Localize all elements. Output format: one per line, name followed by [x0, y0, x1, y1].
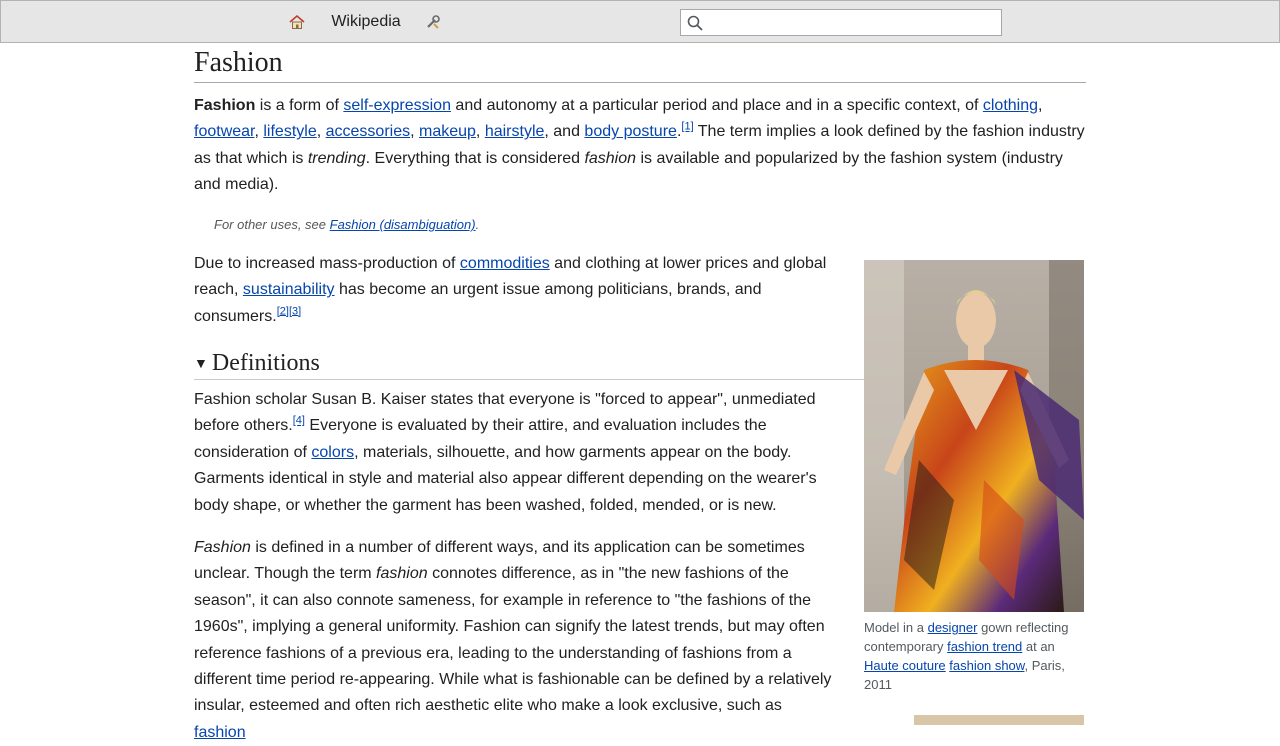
hatnote-end: . — [475, 217, 480, 232]
reference-link-3[interactable]: [3] — [289, 305, 301, 317]
wikipedia-button[interactable]: Wikipedia — [323, 9, 409, 35]
wikipedia-label: Wikipedia — [331, 13, 401, 30]
top-toolbar: Wikipedia — [0, 0, 1280, 43]
paragraph-definitions: Fashion is defined in a number of differ… — [194, 535, 834, 746]
reference-link-1[interactable]: [1] — [681, 121, 693, 133]
link-haute-couture[interactable]: Haute couture — [864, 658, 946, 673]
home-button[interactable] — [280, 9, 314, 35]
paragraph-kaiser: Fashion scholar Susan B. Kaiser states t… — [194, 387, 834, 519]
page-title: Fashion — [194, 44, 1086, 83]
link-fashion-disambiguation[interactable]: Fashion (disambiguation) — [330, 217, 476, 232]
second-figure-image[interactable] — [914, 715, 1084, 725]
link-commodities[interactable]: commodities — [460, 255, 550, 272]
link-sustainability[interactable]: sustainability — [243, 281, 335, 298]
article-header: Fashion — [194, 44, 1086, 83]
text: and autonomy at a particular period and … — [450, 97, 983, 114]
text: Model in a — [864, 620, 928, 635]
text: is a form of — [255, 97, 344, 114]
link-fashion-show[interactable]: fashion show — [949, 658, 1024, 673]
paragraph-sustainability: Due to increased mass-production of comm… — [194, 251, 834, 330]
section-heading-definitions[interactable]: ▼ Definitions — [194, 347, 864, 380]
link-fashion-trend[interactable]: fashion trend — [947, 639, 1022, 654]
text: , — [410, 123, 419, 141]
tools-button[interactable] — [416, 9, 450, 35]
search-input[interactable] — [707, 10, 1003, 37]
emphasis-trending: trending — [307, 149, 366, 167]
link-self-expression[interactable]: self-expression — [343, 97, 451, 114]
collapse-triangle-icon[interactable]: ▼ — [194, 355, 208, 371]
text: connotes difference, as in "the new fash… — [194, 565, 832, 715]
infobox-figure: Model in a designer gown reflecting cont… — [864, 260, 1084, 694]
link-fashion[interactable]: fashion — [194, 724, 246, 741]
emphasis-fashion: fashion — [584, 149, 637, 167]
text: , and — [544, 123, 585, 141]
hatnote-text: For other uses, see — [214, 217, 330, 232]
reference-link-4[interactable]: [4] — [293, 415, 305, 427]
link-makeup[interactable]: makeup — [419, 123, 476, 140]
hatnote: For other uses, see Fashion (disambiguat… — [214, 217, 479, 232]
link-hairstyle[interactable]: hairstyle — [485, 123, 545, 140]
link-lifestyle[interactable]: lifestyle — [263, 123, 316, 140]
lead-bold-term: Fashion — [194, 97, 256, 114]
text: , — [1038, 97, 1043, 114]
link-footwear[interactable]: footwear — [194, 123, 254, 140]
link-colors[interactable]: colors — [311, 444, 354, 461]
link-clothing[interactable]: clothing — [983, 97, 1038, 114]
reference-link-2[interactable]: [2] — [277, 305, 289, 317]
text: Due to increased mass-production of — [194, 255, 460, 272]
link-body-posture[interactable]: body posture — [584, 123, 677, 140]
search-icon — [686, 14, 704, 32]
text: . Everything that is considered — [365, 149, 585, 167]
search-box[interactable] — [680, 9, 1003, 37]
tools-icon — [425, 14, 441, 30]
figure-caption: Model in a designer gown reflecting cont… — [864, 618, 1084, 694]
text: at an — [1022, 639, 1055, 654]
section-title: Definitions — [211, 349, 320, 376]
link-designer[interactable]: designer — [928, 620, 978, 635]
fashion-model-image[interactable] — [864, 260, 1084, 612]
text: , — [475, 123, 485, 141]
home-icon — [288, 13, 306, 31]
emphasis: Fashion — [194, 539, 251, 556]
text: , — [316, 123, 326, 141]
emphasis: fashion — [376, 565, 428, 583]
link-accessories[interactable]: accessories — [326, 123, 410, 140]
lead-paragraph: Fashion is a form of self-expression and… — [194, 93, 1086, 199]
